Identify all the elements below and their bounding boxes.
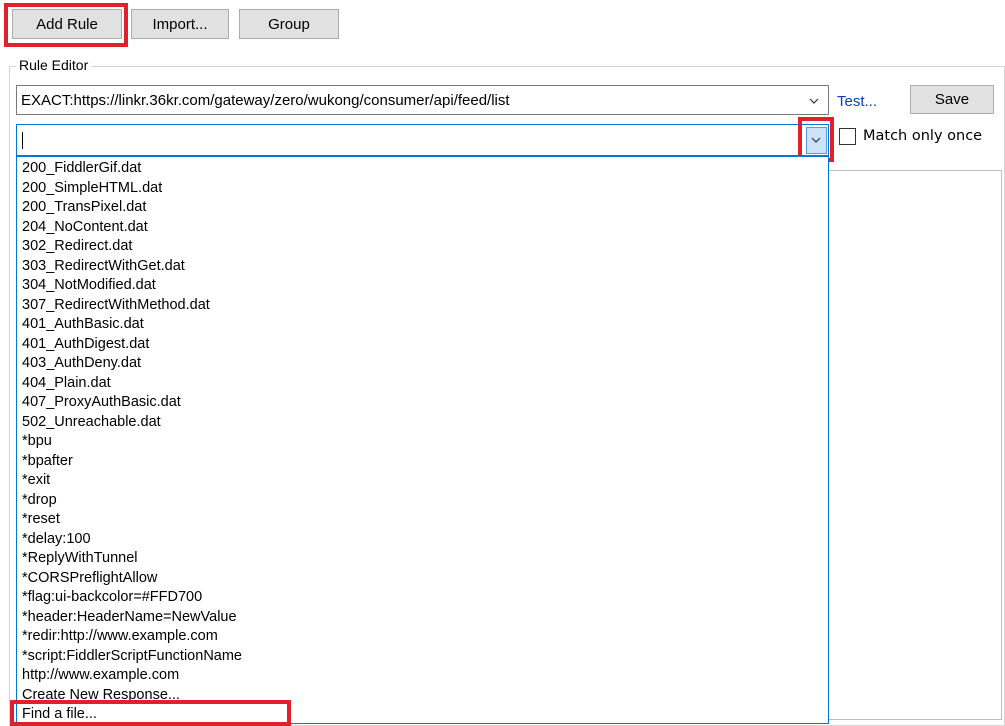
match-once-label: Match only once bbox=[863, 128, 983, 144]
list-item[interactable]: 302_Redirect.dat bbox=[17, 237, 828, 257]
response-panel bbox=[829, 170, 1002, 720]
list-item[interactable]: *reset bbox=[17, 510, 828, 530]
list-item[interactable]: 200_TransPixel.dat bbox=[17, 198, 828, 218]
chevron-down-icon bbox=[811, 137, 821, 143]
import-button[interactable]: Import... bbox=[131, 9, 229, 39]
import-label: Import... bbox=[152, 15, 208, 33]
match-once-checkbox[interactable] bbox=[839, 128, 856, 145]
find-a-file-item[interactable]: Find a file... bbox=[17, 705, 828, 723]
save-label: Save bbox=[934, 91, 970, 108]
chevron-down-icon[interactable] bbox=[809, 96, 819, 106]
list-item[interactable]: 401_AuthDigest.dat bbox=[17, 335, 828, 355]
list-item[interactable]: *CORSPreflightAllow bbox=[17, 569, 828, 589]
list-item[interactable]: *bpafter bbox=[17, 452, 828, 472]
list-item[interactable]: *redir:http://www.example.com bbox=[17, 627, 828, 647]
match-combobox[interactable]: EXACT:https://linkr.36kr.com/gateway/zer… bbox=[16, 85, 829, 115]
list-item[interactable]: *bpu bbox=[17, 432, 828, 452]
list-item[interactable]: 304_NotModified.dat bbox=[17, 276, 828, 296]
list-item[interactable]: 307_RedirectWithMethod.dat bbox=[17, 296, 828, 316]
list-item[interactable]: 407_ProxyAuthBasic.dat bbox=[17, 393, 828, 413]
list-item[interactable]: Create New Response... bbox=[17, 686, 828, 706]
list-item[interactable]: 403_AuthDeny.dat bbox=[17, 354, 828, 374]
list-item[interactable]: 200_SimpleHTML.dat bbox=[17, 179, 828, 199]
test-link[interactable]: Test... bbox=[837, 93, 877, 110]
match-value: EXACT:https://linkr.36kr.com/gateway/zer… bbox=[21, 91, 510, 109]
list-item[interactable]: *header:HeaderName=NewValue bbox=[17, 608, 828, 628]
list-item[interactable]: 404_Plain.dat bbox=[17, 374, 828, 394]
group-label: Group bbox=[268, 15, 310, 33]
list-item[interactable]: *exit bbox=[17, 471, 828, 491]
list-item[interactable]: 200_FiddlerGif.dat bbox=[17, 159, 828, 179]
save-button[interactable]: Save bbox=[910, 85, 994, 114]
action-combobox[interactable] bbox=[16, 124, 829, 156]
list-item[interactable]: *flag:ui-backcolor=#FFD700 bbox=[17, 588, 828, 608]
list-item[interactable]: 401_AuthBasic.dat bbox=[17, 315, 828, 335]
group-button[interactable]: Group bbox=[239, 9, 339, 39]
list-item[interactable]: *ReplyWithTunnel bbox=[17, 549, 828, 569]
rule-editor-legend: Rule Editor bbox=[16, 57, 92, 73]
list-item[interactable]: *delay:100 bbox=[17, 530, 828, 550]
list-item[interactable]: 303_RedirectWithGet.dat bbox=[17, 257, 828, 277]
list-item[interactable]: 502_Unreachable.dat bbox=[17, 413, 828, 433]
dropdown-items: 200_FiddlerGif.dat 200_SimpleHTML.dat 20… bbox=[17, 157, 828, 723]
add-rule-label: Add Rule bbox=[36, 15, 98, 33]
action-dropdown-list[interactable]: 200_FiddlerGif.dat 200_SimpleHTML.dat 20… bbox=[16, 156, 829, 724]
list-item[interactable]: http://www.example.com bbox=[17, 666, 828, 686]
list-item[interactable]: 204_NoContent.dat bbox=[17, 218, 828, 238]
list-item[interactable]: *script:FiddlerScriptFunctionName bbox=[17, 647, 828, 667]
action-dropdown-button[interactable] bbox=[806, 127, 827, 154]
list-item[interactable]: *drop bbox=[17, 491, 828, 511]
add-rule-button[interactable]: Add Rule bbox=[12, 9, 122, 39]
text-caret bbox=[22, 132, 23, 149]
